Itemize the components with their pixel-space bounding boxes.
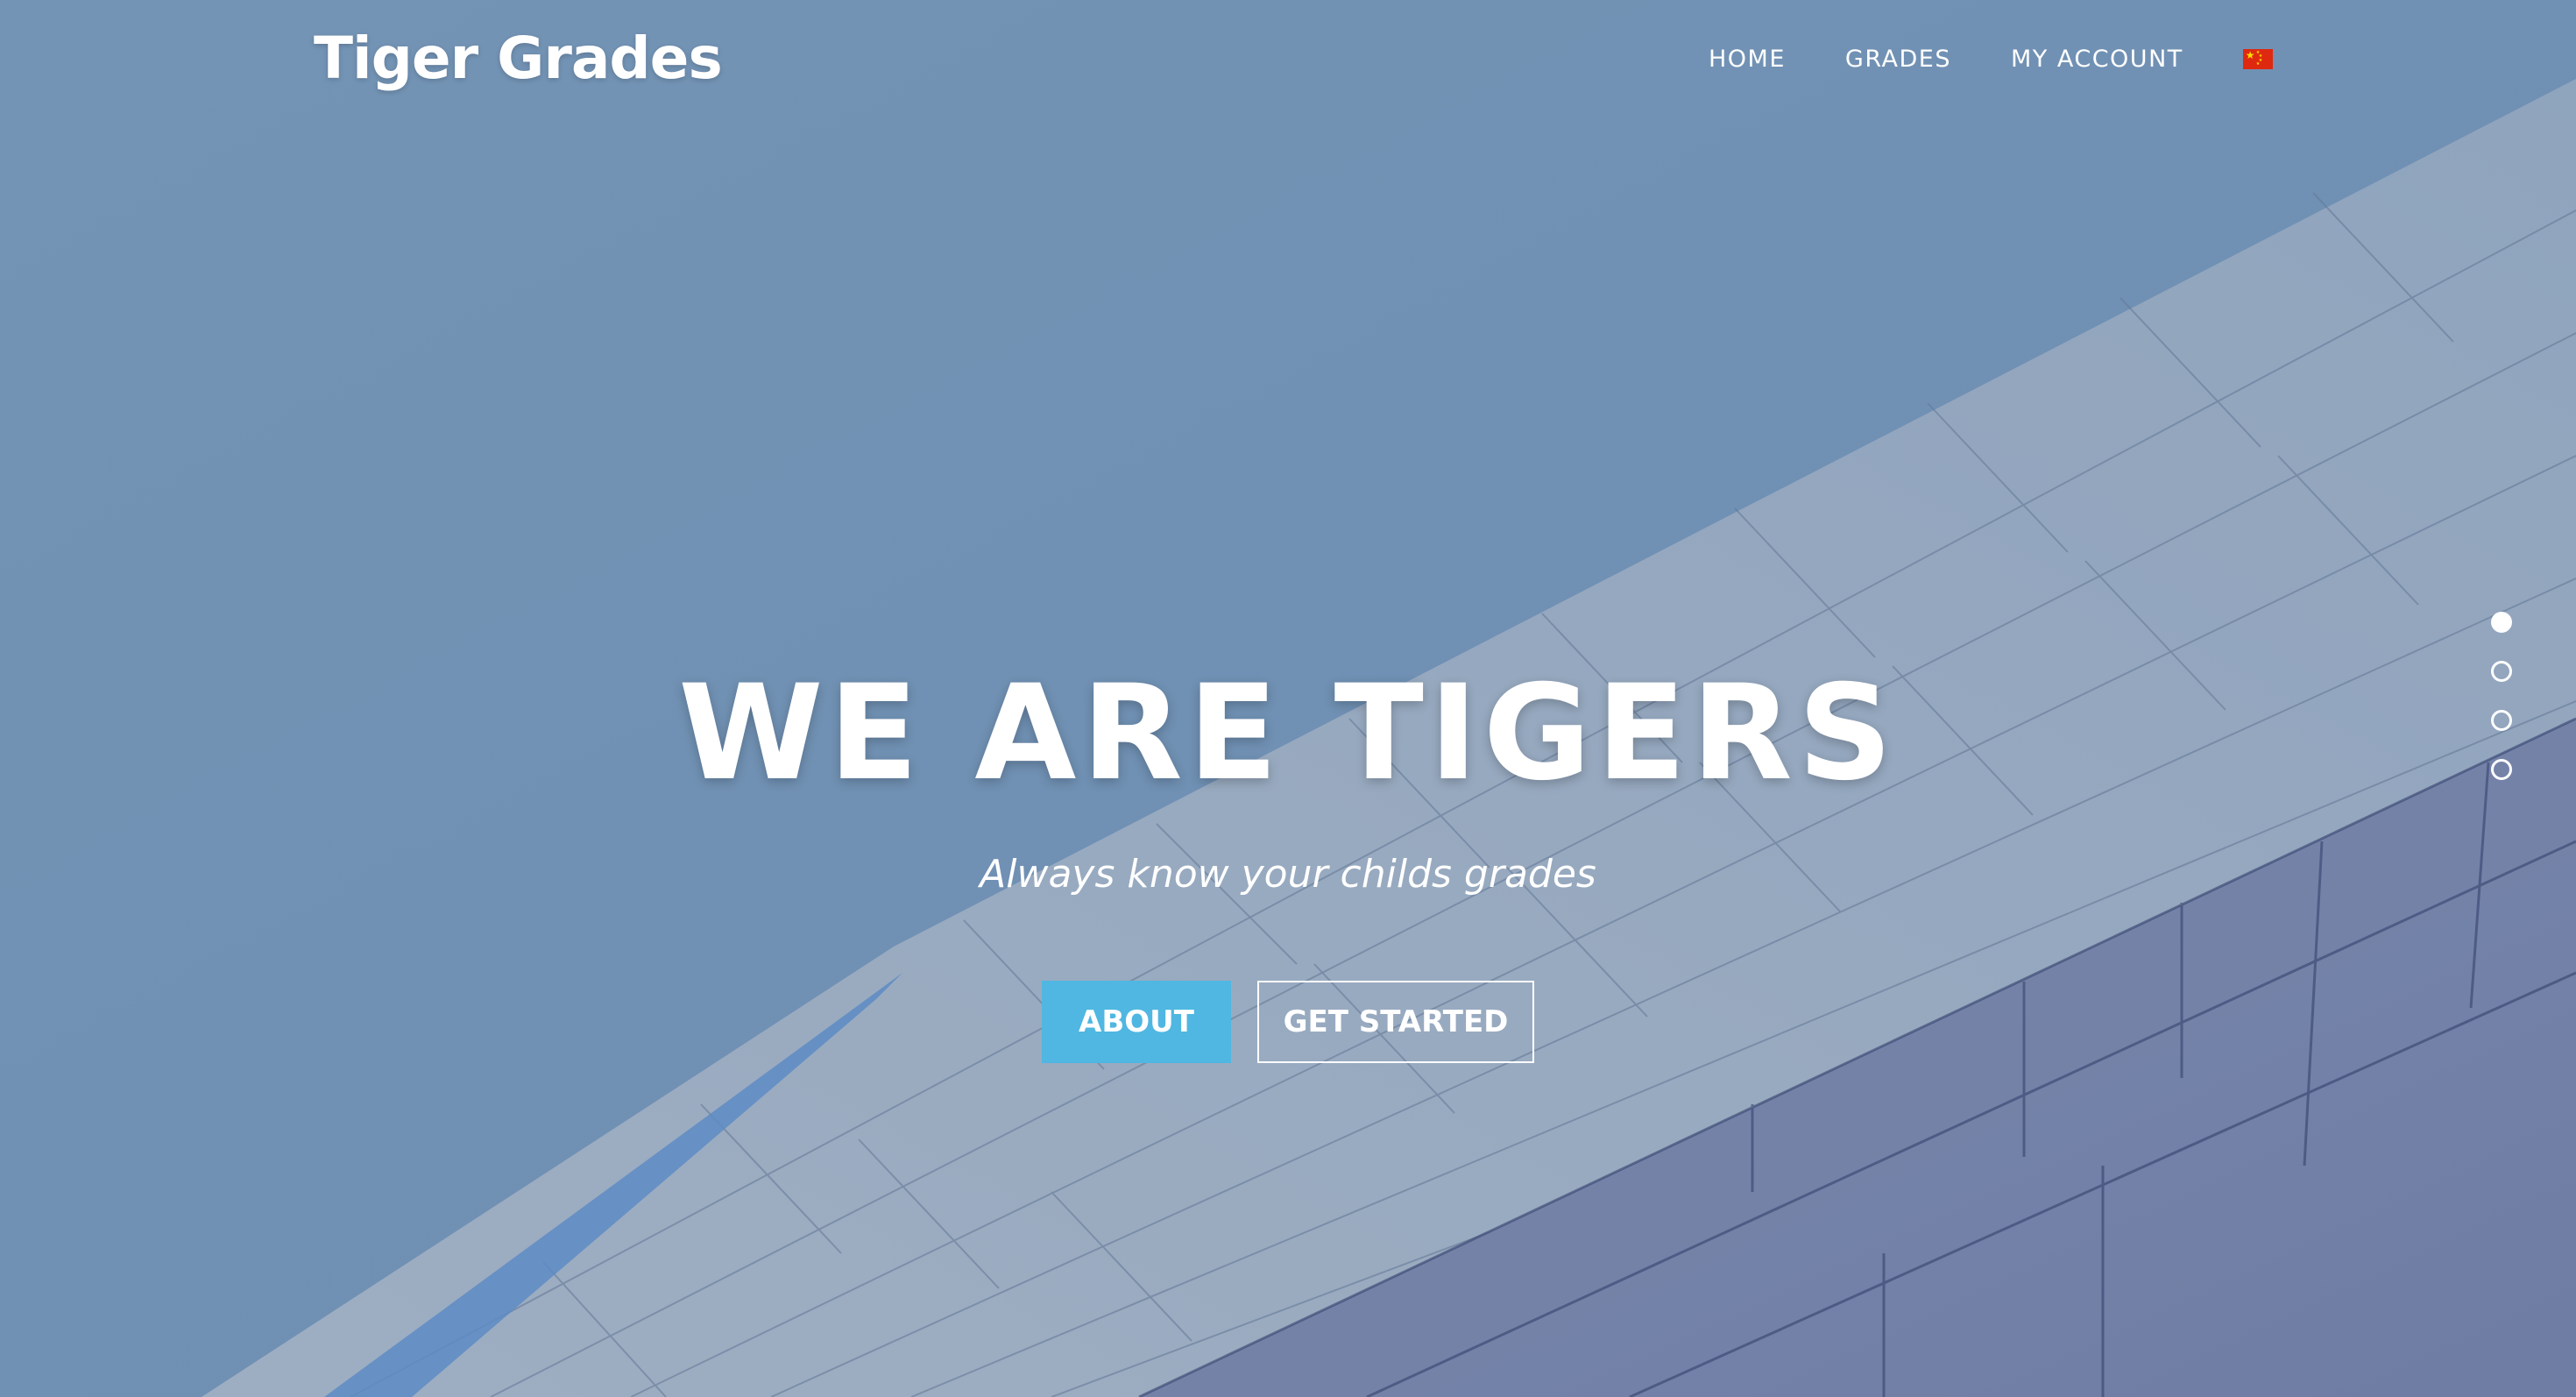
nav-item-grades[interactable]: GRADES [1845,46,1951,73]
navbar: Tiger Grades HOME GRADES MY ACCOUNT ★ ★ … [0,0,2576,131]
hero-section: Tiger Grades HOME GRADES MY ACCOUNT ★ ★ … [0,0,2576,1397]
slider-dot-3[interactable] [2491,710,2512,731]
hero-cta-group: ABOUT GET STARTED [0,981,2576,1063]
nav-item-my-account[interactable]: MY ACCOUNT [2011,46,2183,73]
slider-dot-1[interactable] [2491,612,2512,633]
hero-tagline: Always know your childs grades [980,852,1596,897]
hero-headline: WE ARE TIGERS [678,657,1898,810]
flag-star-icon: ★ [2245,49,2255,61]
slider-dot-4[interactable] [2491,759,2512,780]
brand-logo[interactable]: Tiger Grades [314,25,723,92]
slider-dot-2[interactable] [2491,661,2512,682]
about-button[interactable]: ABOUT [1042,981,1231,1063]
get-started-button[interactable]: GET STARTED [1257,981,1534,1063]
nav-item-home[interactable]: HOME [1709,46,1786,73]
china-flag-icon[interactable]: ★ ★ ★ ★ ★ [2242,49,2273,69]
slider-dots [2491,612,2514,808]
nav-menu: HOME GRADES MY ACCOUNT ★ ★ ★ ★ ★ [1709,46,2273,73]
flag-star-icon: ★ [2255,61,2261,67]
